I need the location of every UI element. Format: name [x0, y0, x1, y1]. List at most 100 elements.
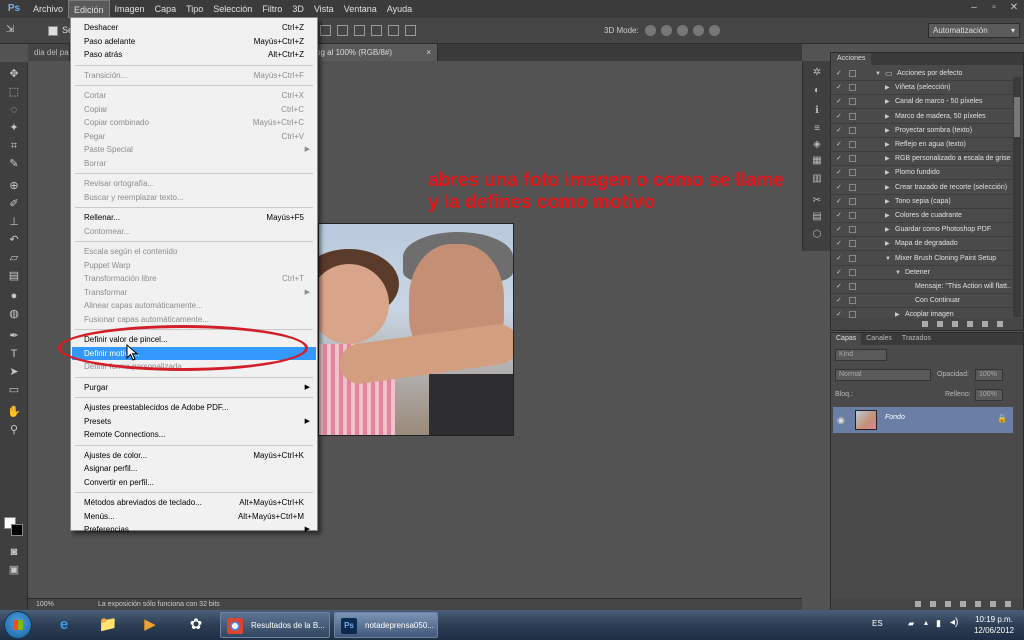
action-row[interactable]: ✓ ▶ Colores de cuadrante: [831, 209, 1013, 223]
menu-item-alinear-capas-automaticamente[interactable]: Alinear capas automáticamente...: [72, 299, 316, 313]
dialog-toggle-box[interactable]: [849, 240, 856, 248]
menu-item-purgar[interactable]: Purgar ▶: [72, 381, 316, 395]
blend-mode-select[interactable]: Normal: [835, 369, 931, 381]
new-action-icon[interactable]: [982, 321, 988, 327]
action-row[interactable]: ✓ ▶ Plomo fundido: [831, 166, 1013, 181]
3d-slide-icon[interactable]: [693, 25, 704, 36]
expand-triangle-icon[interactable]: ▼: [875, 67, 881, 81]
healing-brush-tool-icon[interactable]: ⊕: [7, 180, 21, 192]
3d-drag-icon[interactable]: [677, 25, 688, 36]
background-color-swatch[interactable]: [11, 524, 23, 536]
action-enabled-check-icon[interactable]: ✓: [836, 95, 842, 109]
play-icon[interactable]: [952, 321, 958, 327]
tab-document-1[interactable]: dia del pa: [28, 44, 70, 61]
action-enabled-check-icon[interactable]: ✓: [836, 81, 842, 95]
crop-tool-icon[interactable]: ⌗: [7, 140, 21, 152]
actions-icon[interactable]: ▤: [811, 211, 823, 223]
taskbar-photoshop-window[interactable]: Ps notadeprensa050...: [334, 612, 438, 638]
volume-icon[interactable]: ◂): [950, 617, 958, 628]
workspace-select[interactable]: Automatización: [928, 23, 1020, 38]
internet-explorer-icon[interactable]: e: [48, 613, 80, 637]
action-enabled-check-icon[interactable]: ✓: [836, 266, 842, 280]
dialog-toggle-box[interactable]: [849, 84, 856, 92]
dialog-toggle-box[interactable]: [849, 297, 856, 305]
eyedropper-tool-icon[interactable]: ✎: [7, 158, 21, 170]
align-right-icon[interactable]: [405, 25, 416, 36]
align-left-icon[interactable]: [371, 25, 382, 36]
menu-capa[interactable]: Capa: [150, 0, 182, 18]
menu-item-revisar-ortografia[interactable]: Revisar ortografía...: [72, 177, 316, 191]
hand-tool-icon[interactable]: ✋: [7, 406, 21, 418]
menu-item-paso-adelante[interactable]: Paso adelante Mayús+Ctrl+Z: [72, 35, 316, 49]
pen-tool-icon[interactable]: ✒: [7, 330, 21, 342]
clock[interactable]: 10:19 p.m. 12/06/2012: [972, 614, 1016, 636]
move-tool-icon[interactable]: ✥: [7, 68, 21, 80]
menu-item-ajustes-preestablecidos-de-adobe-pdf[interactable]: Ajustes preestablecidos de Adobe PDF...: [72, 401, 316, 415]
shape-tool-icon[interactable]: ▭: [7, 384, 21, 396]
menu-imagen[interactable]: Imagen: [110, 0, 150, 18]
dialog-toggle-box[interactable]: [849, 98, 856, 106]
menu-item-copiar-combinado[interactable]: Copiar combinado Mayús+Ctrl+C: [72, 116, 316, 130]
add-mask-icon[interactable]: [945, 601, 951, 607]
menu-ventana[interactable]: Ventana: [339, 0, 382, 18]
menu-item-deshacer[interactable]: Deshacer Ctrl+Z: [72, 21, 316, 35]
action-enabled-check-icon[interactable]: ✓: [836, 181, 842, 195]
dialog-toggle-box[interactable]: [849, 268, 856, 276]
action-row[interactable]: ✓ ▶ Marco de madera, 50 píxeles: [831, 110, 1013, 124]
properties-icon[interactable]: ≡: [811, 123, 823, 135]
app-pin-icon[interactable]: ✿: [180, 613, 212, 637]
trash-icon[interactable]: [997, 321, 1003, 327]
expand-triangle-icon[interactable]: ▼: [885, 252, 891, 266]
menu-item-menus[interactable]: Menús... Alt+Mayús+Ctrl+M: [72, 510, 316, 524]
action-row[interactable]: ✓ ▶ Crear trazado de recorte (selección): [831, 181, 1013, 195]
collapse-triangle-icon[interactable]: ▶: [885, 195, 890, 209]
action-row[interactable]: ✓ Con Continuar: [831, 294, 1013, 309]
menu-item-presets[interactable]: Presets ▶: [72, 415, 316, 429]
type-tool-icon[interactable]: T: [7, 348, 21, 360]
dialog-toggle-box[interactable]: [849, 141, 856, 148]
new-group-icon[interactable]: [975, 601, 981, 607]
swatches-icon[interactable]: ▦: [811, 155, 823, 167]
dialog-toggle-box[interactable]: [849, 283, 856, 290]
layer-name[interactable]: Fondo: [885, 414, 905, 421]
action-enabled-check-icon[interactable]: ✓: [836, 124, 842, 138]
collapse-triangle-icon[interactable]: ▶: [885, 166, 890, 180]
adjustment-layer-icon[interactable]: [960, 601, 966, 607]
info-icon[interactable]: ℹ: [811, 105, 823, 117]
dialog-toggle-box[interactable]: [849, 112, 856, 120]
visibility-eye-icon[interactable]: ◉: [837, 415, 845, 426]
dialog-toggle-box[interactable]: [849, 226, 856, 234]
action-row[interactable]: ✓ ▶ Viñeta (selección): [831, 81, 1013, 96]
blur-tool-icon[interactable]: ●: [7, 290, 21, 302]
action-enabled-check-icon[interactable]: ✓: [836, 110, 842, 124]
menu-item-transformar[interactable]: Transformar ▶: [72, 286, 316, 300]
dialog-toggle-box[interactable]: [849, 197, 856, 205]
action-enabled-check-icon[interactable]: ✓: [836, 237, 842, 251]
gradient-tool-icon[interactable]: ▤: [7, 270, 21, 282]
collapse-triangle-icon[interactable]: ▶: [885, 152, 890, 166]
tab-canales[interactable]: Canales: [861, 333, 897, 345]
3d-rotate-icon[interactable]: [645, 25, 656, 36]
record-icon[interactable]: [937, 321, 943, 327]
dialog-toggle-box[interactable]: [849, 169, 856, 177]
collapse-triangle-icon[interactable]: ▶: [885, 81, 890, 95]
stop-icon[interactable]: [922, 321, 928, 327]
dodge-tool-icon[interactable]: ◍: [7, 308, 21, 320]
new-layer-icon[interactable]: [990, 601, 996, 607]
dialog-toggle-box[interactable]: [849, 212, 856, 219]
tab-document-2[interactable]: pg al 100% (RGB/8#) ×: [310, 44, 438, 61]
action-row[interactable]: ✓ ▶ Tono sepia (capa): [831, 195, 1013, 209]
collapse-triangle-icon[interactable]: ▶: [885, 223, 890, 237]
action-enabled-check-icon[interactable]: ✓: [836, 209, 842, 223]
marquee-tool-icon[interactable]: ⬚: [7, 86, 21, 98]
action-enabled-check-icon[interactable]: ✓: [836, 223, 842, 237]
menu-item-remote-connections[interactable]: Remote Connections...: [72, 428, 316, 442]
action-row[interactable]: ✓ ▶ Guardar como Photoshop PDF: [831, 223, 1013, 238]
quick-mask-icon[interactable]: ◙: [7, 546, 21, 558]
layer-filter-select[interactable]: Kind: [835, 349, 887, 361]
adjustments-icon[interactable]: ◐: [811, 85, 823, 97]
tab-capas[interactable]: Capas: [831, 333, 862, 345]
align-top-icon[interactable]: [320, 25, 331, 36]
history-icon[interactable]: ✂: [811, 195, 823, 207]
menu-item-paste-special[interactable]: Paste Special ▶: [72, 143, 316, 157]
